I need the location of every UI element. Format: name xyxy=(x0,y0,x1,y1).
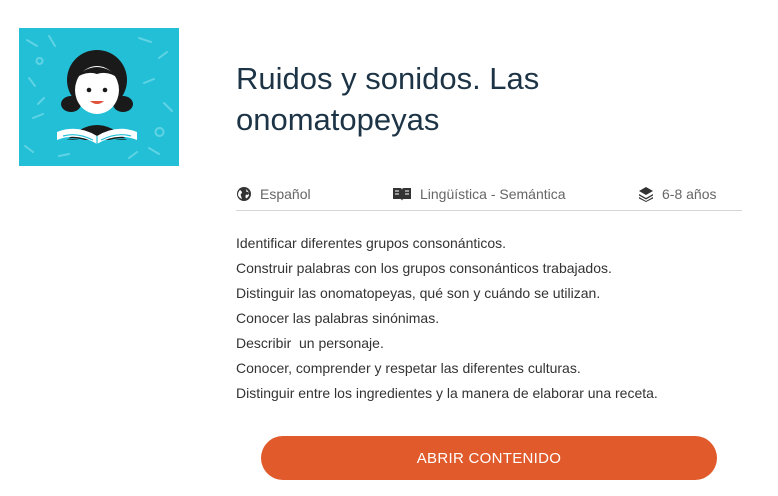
meta-age-label: 6-8 años xyxy=(662,186,717,202)
list-item: Describir un personaje. xyxy=(236,335,384,351)
content-meta: Español Lingüística - Semántica 6-8 años xyxy=(236,182,742,211)
child-reading-icon xyxy=(24,35,173,159)
open-content-button[interactable]: ABRIR CONTENIDO xyxy=(261,436,717,480)
book-icon xyxy=(393,188,411,201)
list-item: Distinguir entre los ingredientes y la m… xyxy=(236,385,658,401)
layers-icon xyxy=(639,187,653,202)
list-item: Distinguir las onomatopeyas, qué son y c… xyxy=(236,285,601,301)
list-item: Conocer las palabras sinónimas. xyxy=(236,310,440,326)
list-item: Conocer, comprender y respetar las difer… xyxy=(236,360,581,376)
list-item: Construir palabras con los grupos conson… xyxy=(236,260,612,276)
meta-language: Español xyxy=(236,186,311,202)
page-title: Ruidos y sonidos. Las onomatopeyas xyxy=(236,61,540,137)
meta-subject-label: Lingüística - Semántica xyxy=(420,186,566,202)
content-thumbnail xyxy=(19,28,179,166)
meta-language-label: Español xyxy=(260,186,311,202)
meta-age: 6-8 años xyxy=(638,186,716,202)
meta-subject: Lingüística - Semántica xyxy=(392,186,566,202)
objectives-list: Identificar diferentes grupos consonánti… xyxy=(236,231,658,406)
globe-icon xyxy=(237,187,251,201)
list-item: Identificar diferentes grupos consonánti… xyxy=(236,235,507,251)
